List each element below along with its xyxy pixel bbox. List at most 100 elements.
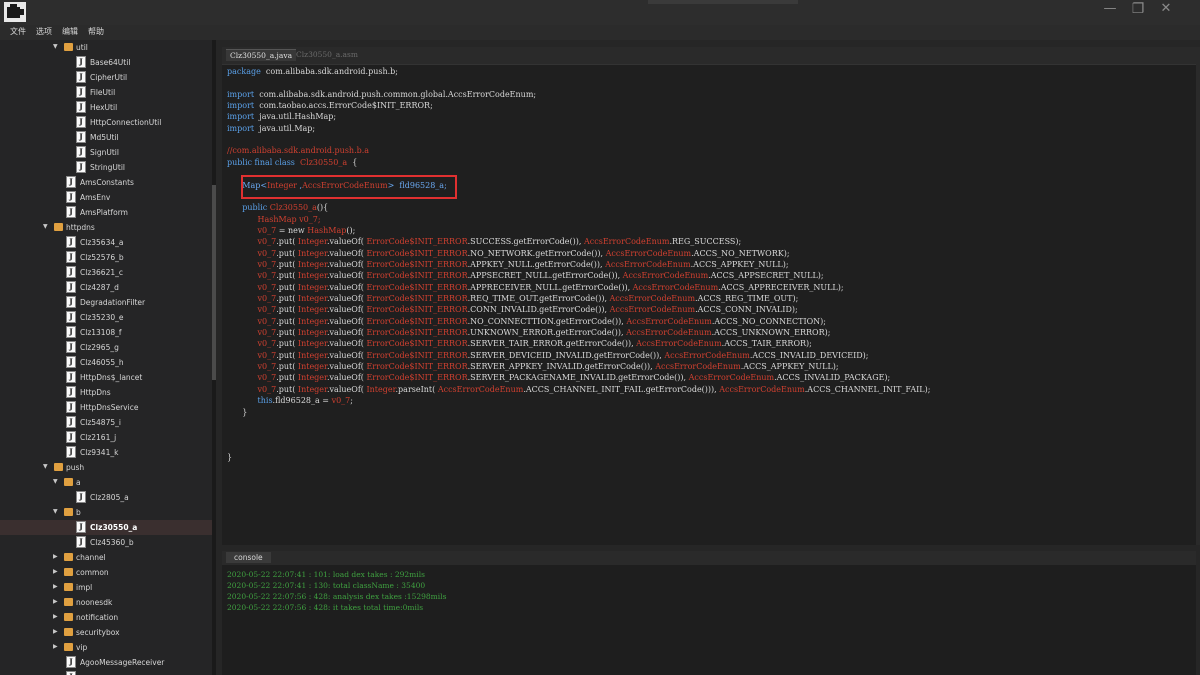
collapse-arrow-icon[interactable]: ▶: [53, 582, 61, 592]
tree-file-row[interactable]: J Clz4287_d: [0, 280, 212, 295]
code-line: import java.util.HashMap;: [227, 112, 336, 122]
tree-file-label: CipherUtil: [90, 73, 128, 82]
code-token: ErrorCode$INIT_ERROR: [366, 328, 468, 338]
tree-file-row[interactable]: J AgooMessageReceiver: [0, 655, 212, 670]
tree-file-row[interactable]: J FileUtil: [0, 85, 212, 100]
tree-file-row[interactable]: J Clz36621_c: [0, 265, 212, 280]
tree-package-row[interactable]: ▼ push: [0, 460, 212, 475]
code-token: v0_7: [257, 339, 277, 349]
code-token: .SERVER_PACKAGENAME_INVALID.getErrorCode…: [467, 373, 689, 383]
tree-file-row[interactable]: J: [0, 670, 212, 675]
tree-file-row[interactable]: J Base64Util: [0, 55, 212, 70]
code-token: .ACCS_CHANNEL_INIT_FAIL);: [804, 384, 931, 394]
expand-arrow-icon[interactable]: ▼: [43, 222, 51, 232]
code-token: .ACCS_CHANNEL_INIT_FAIL.getErrorCode()))…: [523, 384, 720, 394]
collapse-arrow-icon[interactable]: ▶: [53, 567, 61, 577]
code-token: .valueOf(: [326, 350, 367, 360]
tree-file-row[interactable]: J Clz52576_b: [0, 250, 212, 265]
tree-file-row[interactable]: J DegradationFilter: [0, 295, 212, 310]
code-token: = new: [276, 225, 308, 235]
tab-asm-source[interactable]: Clz30550_a.asm: [296, 50, 358, 59]
code-token: package: [227, 67, 261, 76]
tree-file-row[interactable]: J HttpConnectionUtil: [0, 115, 212, 130]
code-token: Integer: [297, 294, 327, 303]
console-tab-bar: console: [222, 551, 1196, 565]
tree-package-row[interactable]: ▶ noonesdk: [0, 595, 212, 610]
code-token: AccsErrorCodeEnum: [626, 328, 712, 338]
code-token: .APPKEY_NULL.getErrorCode()),: [467, 259, 606, 269]
tab-java-source[interactable]: Clz30550_a.java: [226, 49, 297, 61]
tree-package-row[interactable]: ▼ util: [0, 40, 212, 55]
java-file-icon: J: [66, 266, 76, 278]
code-line: v0_7.put( Integer.valueOf( Integer.parse…: [227, 384, 931, 395]
tree-file-row[interactable]: J AmsPlatform: [0, 205, 212, 220]
collapse-arrow-icon[interactable]: ▶: [53, 612, 61, 622]
code-line: v0_7.put( Integer.valueOf( ErrorCode$INI…: [227, 350, 869, 361]
tree-file-row[interactable]: J StringUtil: [0, 160, 212, 175]
code-token: ErrorCode$INIT_ERROR: [366, 294, 468, 303]
tree-file-row[interactable]: J Clz35634_a: [0, 235, 212, 250]
code-line: v0_7.put( Integer.valueOf( ErrorCode$INI…: [227, 249, 790, 259]
tree-file-row[interactable]: J Clz2161_j: [0, 430, 212, 445]
tree-file-row[interactable]: J Clz45360_b: [0, 535, 212, 550]
tree-file-row[interactable]: J CipherUtil: [0, 70, 212, 85]
tab-console[interactable]: console: [226, 552, 271, 563]
code-token: AccsErrorCodeEnum: [632, 282, 719, 292]
code-token: .put(: [276, 248, 298, 258]
code-token: //com.alibaba.sdk.android.push.b.a: [227, 146, 370, 156]
tree-package-row[interactable]: ▼ httpdns: [0, 220, 212, 235]
collapse-arrow-icon[interactable]: ▶: [53, 597, 61, 607]
tree-file-row[interactable]: J Clz35230_e: [0, 310, 212, 325]
menu-help[interactable]: 帮助: [88, 26, 104, 37]
collapse-arrow-icon[interactable]: ▶: [53, 642, 61, 652]
tree-file-row[interactable]: J Clz30550_a: [0, 520, 212, 535]
editor-scrollbar[interactable]: [1196, 47, 1200, 545]
tree-file-row[interactable]: J Clz46055_h: [0, 355, 212, 370]
tree-file-row[interactable]: J SignUtil: [0, 145, 212, 160]
tree-package-row[interactable]: ▶ notification: [0, 610, 212, 625]
tree-file-row[interactable]: J Clz54875_i: [0, 415, 212, 430]
collapse-arrow-icon[interactable]: ▶: [53, 627, 61, 637]
tree-package-row[interactable]: ▶ impl: [0, 580, 212, 595]
code-token: v0_7: [257, 271, 277, 281]
restore-button[interactable]: ❐: [1124, 0, 1152, 18]
menu-file[interactable]: 文件: [10, 26, 26, 37]
java-file-icon: J: [76, 116, 86, 128]
tree-file-row[interactable]: J Clz2965_g: [0, 340, 212, 355]
tree-scrollbar-thumb[interactable]: [212, 185, 216, 380]
expand-arrow-icon[interactable]: ▼: [43, 462, 51, 472]
tree-file-row[interactable]: J Md5Util: [0, 130, 212, 145]
tree-file-label: StringUtil: [90, 163, 125, 172]
code-line: }: [227, 453, 232, 463]
tree-file-row[interactable]: J AmsConstants: [0, 175, 212, 190]
tree-file-row[interactable]: J HttpDns$_lancet: [0, 370, 212, 385]
code-token: .valueOf(: [326, 362, 367, 372]
tree-file-row[interactable]: J Clz9341_k: [0, 445, 212, 460]
tree-package-row[interactable]: ▶ securitybox: [0, 625, 212, 640]
tree-package-row[interactable]: ▶ vip: [0, 640, 212, 655]
tree-file-row[interactable]: J HttpDnsService: [0, 400, 212, 415]
close-button[interactable]: ✕: [1152, 0, 1180, 18]
tree-package-row[interactable]: ▶ channel: [0, 550, 212, 565]
expand-arrow-icon[interactable]: ▼: [53, 42, 61, 52]
tree-file-row[interactable]: J Clz13108_f: [0, 325, 212, 340]
collapse-arrow-icon[interactable]: ▶: [53, 552, 61, 562]
minimize-button[interactable]: —: [1096, 0, 1124, 18]
expand-arrow-icon[interactable]: ▼: [53, 507, 61, 517]
tree-file-row[interactable]: J HexUtil: [0, 100, 212, 115]
tree-package-row[interactable]: ▶ common: [0, 565, 212, 580]
menu-edit[interactable]: 编辑: [62, 26, 78, 37]
tree-file-row[interactable]: J HttpDns: [0, 385, 212, 400]
tree-package-row[interactable]: ▼ b: [0, 505, 212, 520]
code-token: .ACCS_APPKEY_NULL);: [690, 259, 789, 269]
menu-options[interactable]: 选项: [36, 26, 52, 37]
tree-package-row[interactable]: ▼ a: [0, 475, 212, 490]
java-file-icon: J: [66, 416, 76, 428]
tree-file-row[interactable]: J Clz2805_a: [0, 490, 212, 505]
tree-file-row[interactable]: J AmsEnv: [0, 190, 212, 205]
expand-arrow-icon[interactable]: ▼: [53, 477, 61, 487]
java-file-icon: J: [66, 356, 76, 368]
